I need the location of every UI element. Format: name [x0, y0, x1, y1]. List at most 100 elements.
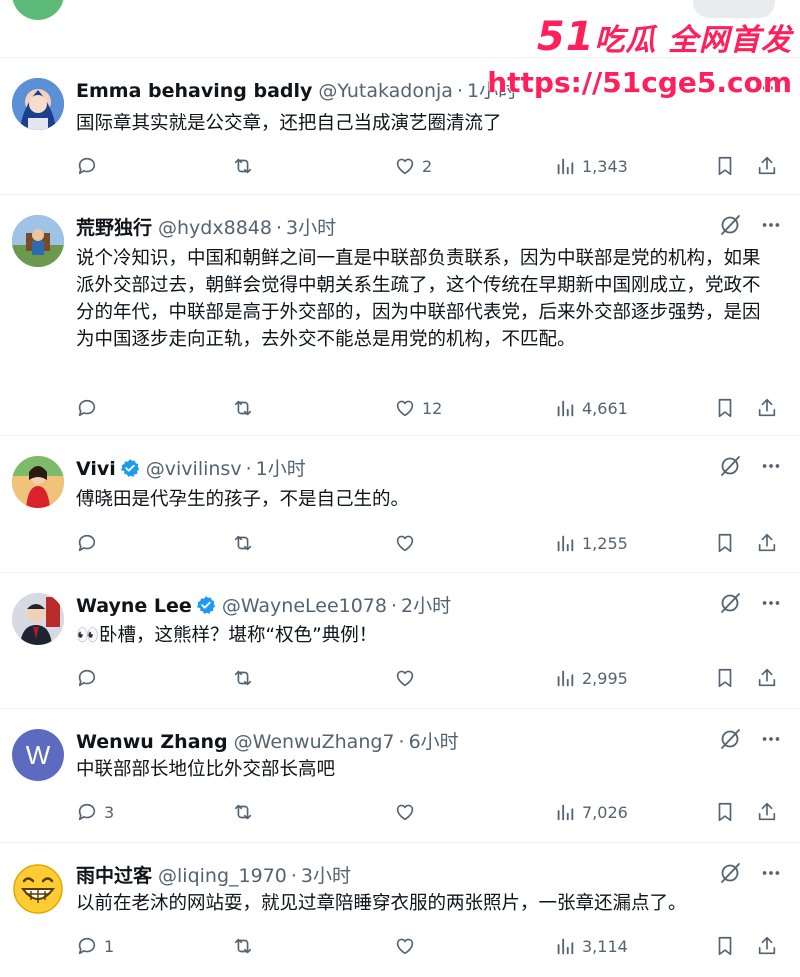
like-button[interactable]: 12 — [394, 394, 442, 422]
action-bar: 1 3,114 — [76, 932, 784, 960]
like-button[interactable]: 2 — [394, 152, 432, 180]
timestamp[interactable]: 1小时 — [256, 458, 306, 480]
avatar[interactable]: W — [12, 729, 64, 781]
user-handle[interactable]: @WenwuZhang7 — [234, 731, 395, 753]
user-handle[interactable]: @liqing_1970 — [158, 865, 287, 887]
grok-icon[interactable] — [718, 591, 742, 619]
more-icon[interactable] — [760, 592, 782, 618]
tweet-text: 👀卧槽，这熊样？堪称“权色”典例！ — [76, 625, 378, 646]
bookmark-button[interactable] — [714, 529, 736, 557]
share-icon — [758, 802, 776, 821]
views-button[interactable]: 4,661 — [554, 394, 628, 422]
more-icon[interactable] — [760, 214, 782, 240]
retweet-icon — [234, 670, 252, 686]
like-icon — [396, 670, 414, 687]
bookmark-button[interactable] — [714, 152, 736, 180]
action-bar: 3 7,026 — [76, 798, 784, 826]
tweet-item[interactable]: W Wenwu Zhang @WenwuZhang7 · 6小时 中联部部长地位比外交… — [0, 709, 800, 843]
tweet-menu-area — [718, 863, 782, 887]
grok-icon[interactable] — [718, 454, 742, 482]
retweet-icon — [234, 158, 252, 174]
display-name[interactable]: Vivi — [76, 458, 116, 480]
reply-button[interactable]: 3 — [76, 798, 114, 826]
action-bar: 2,995 — [76, 664, 784, 692]
views-button[interactable]: 1,343 — [554, 152, 628, 180]
watermark-url: https://51cge5.com — [487, 66, 792, 99]
share-button[interactable] — [756, 932, 778, 960]
reply-button[interactable] — [76, 529, 104, 557]
views-button[interactable]: 3,114 — [554, 932, 628, 960]
bookmark-button[interactable] — [714, 394, 736, 422]
grok-icon[interactable] — [718, 861, 742, 889]
timestamp[interactable]: 2小时 — [401, 595, 451, 617]
share-icon — [758, 533, 776, 552]
more-icon[interactable] — [760, 728, 782, 754]
views-button[interactable]: 7,026 — [554, 798, 628, 826]
views-icon — [557, 804, 574, 821]
reply-button[interactable] — [76, 152, 104, 180]
bookmark-icon — [718, 668, 732, 688]
like-icon — [396, 804, 414, 821]
timestamp[interactable]: 3小时 — [301, 865, 351, 887]
display-name[interactable]: 荒野独行 — [76, 217, 152, 239]
share-button[interactable] — [756, 529, 778, 557]
retweet-button[interactable] — [232, 529, 260, 557]
like-button[interactable] — [394, 664, 422, 692]
grok-icon[interactable] — [718, 727, 742, 755]
retweet-button[interactable] — [232, 798, 260, 826]
display-name[interactable]: Wenwu Zhang — [76, 731, 228, 753]
reply-button[interactable] — [76, 394, 104, 422]
user-handle[interactable]: @WayneLee1078 — [222, 595, 387, 617]
share-button[interactable] — [756, 394, 778, 422]
share-button[interactable] — [756, 152, 778, 180]
share-button[interactable] — [756, 798, 778, 826]
grok-icon[interactable] — [718, 213, 742, 241]
bookmark-button[interactable] — [714, 798, 736, 826]
retweet-button[interactable] — [232, 932, 260, 960]
display-name[interactable]: Wayne Lee — [76, 595, 192, 617]
like-icon — [396, 158, 414, 175]
like-button[interactable] — [394, 798, 422, 826]
retweet-button[interactable] — [232, 394, 260, 422]
avatar[interactable] — [12, 593, 64, 645]
retweet-button[interactable] — [232, 152, 260, 180]
more-icon[interactable] — [760, 862, 782, 888]
display-name[interactable]: Emma behaving badly — [76, 80, 312, 102]
avatar[interactable] — [12, 215, 64, 267]
user-handle[interactable]: @hydx8848 — [158, 217, 272, 239]
share-button[interactable] — [756, 664, 778, 692]
tweet-item[interactable]: 雨中过客 @liqing_1970 · 3小时 以前在老沐的网站耍，就见过章陪睡穿衣服… — [0, 843, 800, 977]
timestamp[interactable]: 3小时 — [286, 217, 336, 239]
avatar[interactable] — [12, 78, 64, 130]
more-icon[interactable] — [760, 455, 782, 481]
tweet-text: 国际章其实就是公交章，还把自己当成演艺圈清流了 — [76, 113, 502, 134]
action-bar: 2 1,343 — [76, 152, 784, 180]
retweet-icon — [234, 535, 252, 551]
tweet-header: Wenwu Zhang @WenwuZhang7 · 6小时 — [76, 731, 459, 753]
tweet-item[interactable]: Vivi @vivilinsv · 1小时 傅晓田是代孕生的孩子，不是自己生的。 1,… — [0, 436, 800, 573]
tweet-item[interactable]: 荒野独行 @hydx8848 · 3小时 说个冷知识，中国和朝鲜之间一直是中联部负责联… — [0, 195, 800, 436]
avatar[interactable] — [12, 456, 64, 508]
user-handle[interactable]: @Yutakadonja — [318, 80, 453, 102]
avatar[interactable] — [12, 863, 64, 915]
tweet-header: 荒野独行 @hydx8848 · 3小时 — [76, 217, 337, 239]
user-handle[interactable]: @vivilinsv — [146, 458, 242, 480]
like-button[interactable] — [394, 529, 422, 557]
tweet-menu-area — [718, 593, 782, 617]
views-button[interactable]: 2,995 — [554, 664, 628, 692]
share-icon — [758, 668, 776, 687]
reply-button[interactable] — [76, 664, 104, 692]
display-name[interactable]: 雨中过客 — [76, 865, 152, 887]
views-button[interactable]: 1,255 — [554, 529, 628, 557]
like-button[interactable] — [394, 932, 422, 960]
bookmark-icon — [718, 936, 732, 956]
reply-icon — [78, 669, 96, 687]
share-icon — [758, 156, 776, 175]
tweet-item[interactable]: Wayne Lee @WayneLee1078 · 2小时 👀卧槽，这熊样？堪称“权色… — [0, 573, 800, 709]
bookmark-button[interactable] — [714, 664, 736, 692]
timestamp[interactable]: 6小时 — [409, 731, 459, 753]
tweet-text: 傅晓田是代孕生的孩子，不是自己生的。 — [76, 489, 410, 510]
reply-button[interactable]: 1 — [76, 932, 114, 960]
bookmark-button[interactable] — [714, 932, 736, 960]
retweet-button[interactable] — [232, 664, 260, 692]
